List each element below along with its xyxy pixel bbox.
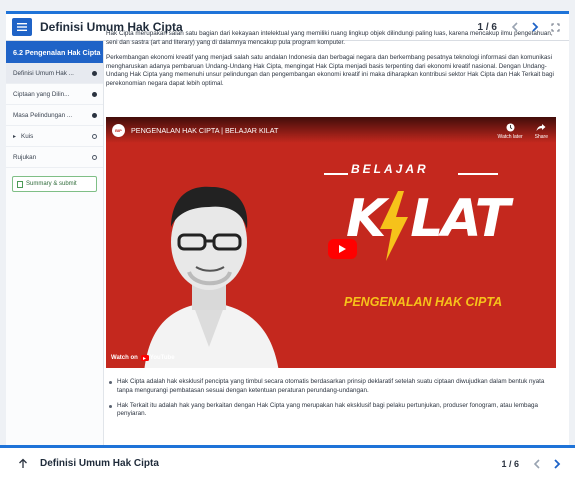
sidebar-item-label: Masa Pelindungan ... [13,111,73,119]
presenter-image [144,186,279,368]
video-top-bar: BIP PENGENALAN HAK CIPTA | BELAJAR KILAT [106,117,556,143]
completed-dot-icon [92,91,97,97]
expand-arrow-icon[interactable]: ▸ [13,133,16,140]
sidebar-item-label: Kuis [21,132,34,140]
bullet-list: Hak Cipta adalah hak eksklusif pencipta … [106,378,556,425]
summary-submit-label: Summary & submit [26,181,77,187]
chevron-right-icon [554,458,561,469]
thumbnail-kilat-text: K LAT [346,189,510,249]
footer-page-counter: 1 / 6 [501,458,519,469]
belajar-line-right [458,173,498,175]
clock-icon [506,123,515,132]
kilat-rest: LAT [410,189,510,249]
lesson-content: Hak Cipta merupakan salah satu bagian da… [106,30,556,96]
youtube-play-icon [140,355,149,361]
play-icon [339,245,346,253]
sidebar: 6.2 Pengenalan Hak Cipta Definisi Umum H… [6,41,104,454]
sidebar-item-label: Rujukan [13,153,37,161]
channel-logo-text: BIP [115,127,122,133]
thumbnail-subtitle: PENGENALAN HAK CIPTA [344,295,503,309]
hamburger-icon [17,23,27,31]
sidebar-item-rujukan[interactable]: Rujukan [6,147,103,168]
summary-submit-button[interactable]: Summary & submit [12,176,97,192]
youtube-wordmark: YouTube [149,355,175,361]
sidebar-item-kuis[interactable]: ▸ Kuis [6,126,103,147]
completed-dot-icon [92,112,97,118]
lightning-bolt-icon [380,191,408,261]
belajar-line-left [324,173,348,175]
watch-on-label: Watch on [111,355,138,361]
paragraph-intro: Hak Cipta merupakan salah satu bagian da… [106,30,553,46]
share-icon [536,124,546,131]
incomplete-circle-icon [92,133,97,139]
play-button[interactable] [328,239,357,259]
scroll-to-top-button[interactable] [14,455,32,473]
share-label: Share [534,134,548,140]
completed-dot-icon [92,70,97,76]
document-icon [17,180,23,188]
chevron-left-icon [533,458,540,469]
sidebar-item-label: Definisi Umum Hak ... [13,69,74,77]
bottom-bar: Definisi Umum Hak Cipta 1 / 6 [0,445,575,479]
thumbnail-belajar-text: BELAJAR [351,162,429,176]
sidebar-item-masa-pelindungan[interactable]: Masa Pelindungan ... [6,105,103,126]
watch-later-label: Watch later [497,134,523,140]
menu-button[interactable] [12,18,32,36]
footer-title: Definisi Umum Hak Cipta [40,458,159,469]
footer-previous-button[interactable] [529,456,545,472]
watch-later-button[interactable]: Watch later [498,123,523,140]
sidebar-item-ciptaan[interactable]: Ciptaan yang Dilin... [6,84,103,105]
sidebar-section-title[interactable]: 6.2 Pengenalan Hak Cipta [6,41,103,63]
sidebar-item-definisi[interactable]: Definisi Umum Hak ... [6,63,103,84]
incomplete-circle-icon [92,154,97,160]
list-item: Hak Terkait itu adalah hak yang berkaita… [106,402,556,420]
video-title[interactable]: PENGENALAN HAK CIPTA | BELAJAR KILAT [131,126,278,135]
sidebar-item-label: Ciptaan yang Dilin... [13,90,70,98]
list-item: Hak Cipta adalah hak eksklusif pencipta … [106,378,556,396]
video-player[interactable]: BIP PENGENALAN HAK CIPTA | BELAJAR KILAT… [106,117,556,368]
youtube-logo: YouTube [140,355,175,361]
paragraph-ekonomi-kreatif: Perkembangan ekonomi kreatif yang menjad… [106,54,554,87]
watch-on-youtube-link[interactable]: Watch on YouTube [111,355,175,361]
share-button[interactable]: Share [535,123,548,140]
footer-next-button[interactable] [549,456,565,472]
arrow-up-icon [19,458,27,468]
video-actions: Watch later Share [498,123,548,140]
channel-logo[interactable]: BIP [112,123,125,137]
